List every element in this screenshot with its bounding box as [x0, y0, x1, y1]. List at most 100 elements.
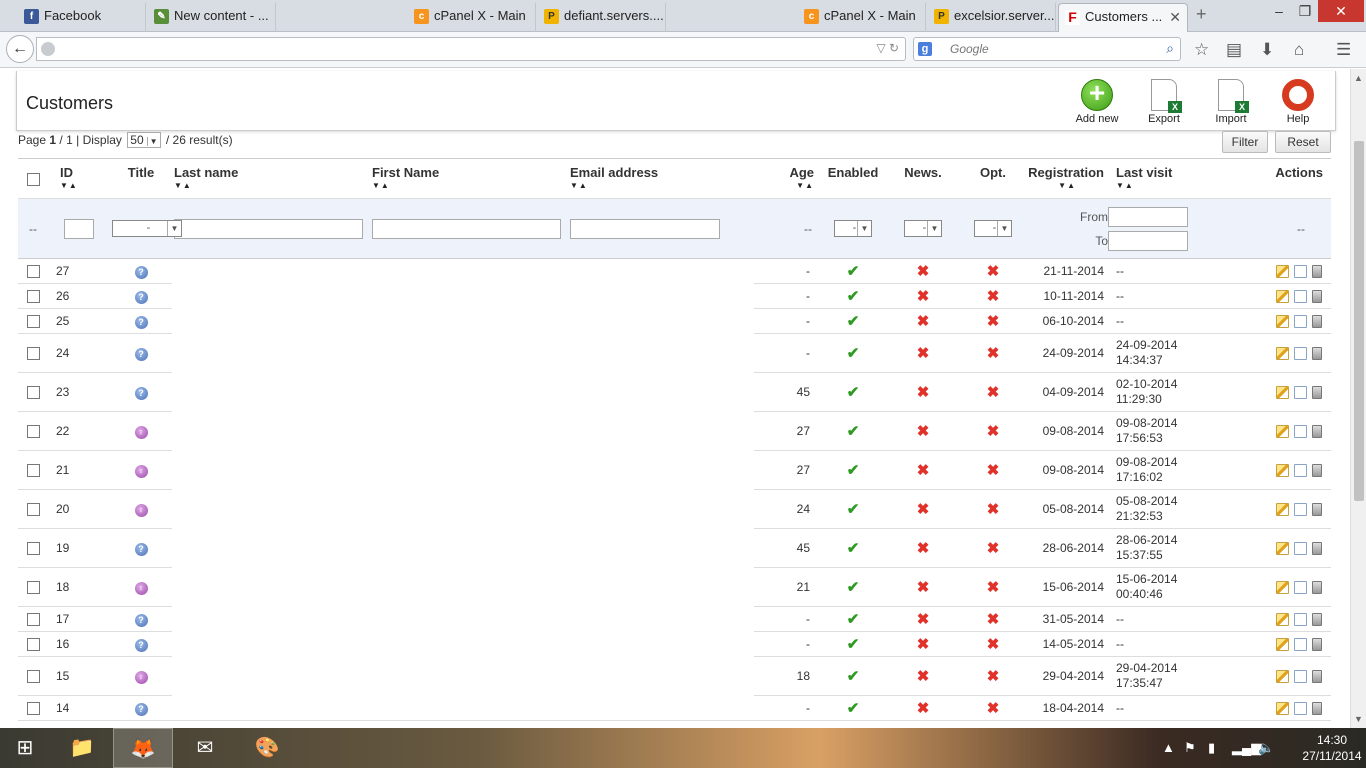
- delete-icon[interactable]: [1312, 425, 1322, 439]
- new-tab-button[interactable]: +: [1196, 4, 1207, 25]
- row-checkbox[interactable]: [26, 290, 40, 304]
- row-checkbox[interactable]: [26, 670, 40, 684]
- newsletter-cross-icon[interactable]: ✖: [917, 540, 930, 557]
- row-checkbox[interactable]: [26, 347, 40, 361]
- newsletter-cross-icon[interactable]: ✖: [917, 423, 930, 440]
- optin-cross-icon[interactable]: ✖: [987, 345, 1000, 362]
- delete-icon[interactable]: [1312, 638, 1322, 652]
- filter-registration-from[interactable]: [1108, 206, 1188, 227]
- delete-icon[interactable]: [1312, 670, 1322, 684]
- browser-tab[interactable]: f Facebook: [18, 3, 146, 32]
- page-scrollbar[interactable]: ▲ ▼: [1350, 69, 1366, 728]
- downloads-icon[interactable]: ⬇: [1260, 40, 1274, 60]
- filter-id-input[interactable]: [64, 218, 94, 239]
- delete-icon[interactable]: [1312, 613, 1322, 627]
- filter-enabled-select[interactable]: - ▼: [834, 220, 872, 237]
- optin-cross-icon[interactable]: ✖: [987, 263, 1000, 280]
- view-details-icon[interactable]: [1294, 265, 1307, 279]
- edit-icon[interactable]: [1276, 464, 1289, 478]
- edit-icon[interactable]: [1276, 386, 1289, 400]
- optin-cross-icon[interactable]: ✖: [987, 668, 1000, 685]
- optin-cross-icon[interactable]: ✖: [987, 313, 1000, 330]
- restore-button[interactable]: ❐: [1292, 0, 1318, 22]
- enabled-check-icon[interactable]: ✔: [847, 579, 860, 596]
- delete-icon[interactable]: [1312, 265, 1322, 279]
- close-window-button[interactable]: ✕: [1318, 0, 1364, 22]
- newsletter-cross-icon[interactable]: ✖: [917, 263, 930, 280]
- row-checkbox[interactable]: [26, 425, 40, 439]
- newsletter-cross-icon[interactable]: ✖: [917, 384, 930, 401]
- browser-tab[interactable]: ✎ New content - ...: [148, 3, 276, 32]
- sort-arrows-icon[interactable]: ▼▲: [766, 181, 814, 190]
- newsletter-cross-icon[interactable]: ✖: [917, 288, 930, 305]
- edit-icon[interactable]: [1276, 638, 1289, 652]
- row-checkbox[interactable]: [26, 386, 40, 400]
- tray-expand-icon[interactable]: ▲: [1162, 740, 1175, 755]
- enabled-check-icon[interactable]: ✔: [847, 611, 860, 628]
- edit-icon[interactable]: [1276, 542, 1289, 556]
- delete-icon[interactable]: [1312, 290, 1322, 304]
- enabled-check-icon[interactable]: ✔: [847, 462, 860, 479]
- sort-arrows-icon[interactable]: ▼▲: [570, 181, 766, 190]
- row-checkbox[interactable]: [26, 315, 40, 329]
- row-checkbox[interactable]: [26, 464, 40, 478]
- delete-icon[interactable]: [1312, 386, 1322, 400]
- address-bar[interactable]: ▽ ↻: [36, 37, 906, 61]
- filter-news-select[interactable]: - ▼: [904, 220, 942, 237]
- filter-first-name-input[interactable]: [372, 218, 561, 239]
- row-checkbox[interactable]: [26, 613, 40, 627]
- browser-tab[interactable]: Pexcelsior.server...: [928, 3, 1056, 32]
- browser-tab-active[interactable]: F Customers ... ✕: [1058, 3, 1188, 32]
- browser-tab[interactable]: Pdefiant.servers....: [538, 3, 666, 32]
- delete-icon[interactable]: [1312, 315, 1322, 329]
- bookmark-star-icon[interactable]: ☆: [1194, 40, 1209, 60]
- optin-cross-icon[interactable]: ✖: [987, 288, 1000, 305]
- view-details-icon[interactable]: [1294, 638, 1307, 652]
- filter-opt-select[interactable]: - ▼: [974, 220, 1012, 237]
- enabled-check-icon[interactable]: ✔: [847, 423, 860, 440]
- view-details-icon[interactable]: [1294, 542, 1307, 556]
- newsletter-cross-icon[interactable]: ✖: [917, 700, 930, 717]
- sort-arrows-icon[interactable]: ▼▲: [372, 181, 568, 190]
- newsletter-cross-icon[interactable]: ✖: [917, 579, 930, 596]
- view-details-icon[interactable]: [1294, 347, 1307, 361]
- edit-icon[interactable]: [1276, 425, 1289, 439]
- menu-icon[interactable]: ☰: [1336, 40, 1351, 60]
- import-button[interactable]: Import: [1201, 79, 1261, 125]
- edit-icon[interactable]: [1276, 265, 1289, 279]
- edit-icon[interactable]: [1276, 290, 1289, 304]
- delete-icon[interactable]: [1312, 702, 1322, 716]
- delete-icon[interactable]: [1312, 503, 1322, 517]
- optin-cross-icon[interactable]: ✖: [987, 540, 1000, 557]
- row-checkbox[interactable]: [26, 542, 40, 556]
- filter-title-select[interactable]: - ▼: [112, 220, 182, 237]
- enabled-check-icon[interactable]: ✔: [847, 313, 860, 330]
- row-checkbox[interactable]: [26, 702, 40, 716]
- optin-cross-icon[interactable]: ✖: [987, 579, 1000, 596]
- enabled-check-icon[interactable]: ✔: [847, 540, 860, 557]
- newsletter-cross-icon[interactable]: ✖: [917, 345, 930, 362]
- scroll-down-icon[interactable]: ▼: [1354, 714, 1363, 724]
- select-all-checkbox[interactable]: [26, 173, 40, 187]
- row-checkbox[interactable]: [26, 265, 40, 279]
- row-checkbox[interactable]: [26, 581, 40, 595]
- newsletter-cross-icon[interactable]: ✖: [917, 611, 930, 628]
- edit-icon[interactable]: [1276, 670, 1289, 684]
- reset-button[interactable]: Reset: [1275, 131, 1331, 153]
- search-bar[interactable]: g Google ⌕: [913, 37, 1181, 61]
- edit-icon[interactable]: [1276, 347, 1289, 361]
- row-checkbox[interactable]: [26, 503, 40, 517]
- filter-button[interactable]: Filter: [1222, 131, 1268, 153]
- firefox-icon[interactable]: 🦊: [113, 728, 173, 768]
- view-details-icon[interactable]: [1294, 581, 1307, 595]
- view-details-icon[interactable]: [1294, 315, 1307, 329]
- optin-cross-icon[interactable]: ✖: [987, 700, 1000, 717]
- add-new-button[interactable]: Add new: [1067, 77, 1127, 125]
- filter-email-input[interactable]: [570, 218, 720, 239]
- reload-icon[interactable]: ▽ ↻: [876, 41, 899, 55]
- home-icon[interactable]: ⌂: [1294, 40, 1304, 60]
- delete-icon[interactable]: [1312, 347, 1322, 361]
- paint-icon[interactable]: 🎨: [237, 728, 297, 768]
- view-details-icon[interactable]: [1294, 464, 1307, 478]
- search-icon[interactable]: ⌕: [1166, 40, 1174, 57]
